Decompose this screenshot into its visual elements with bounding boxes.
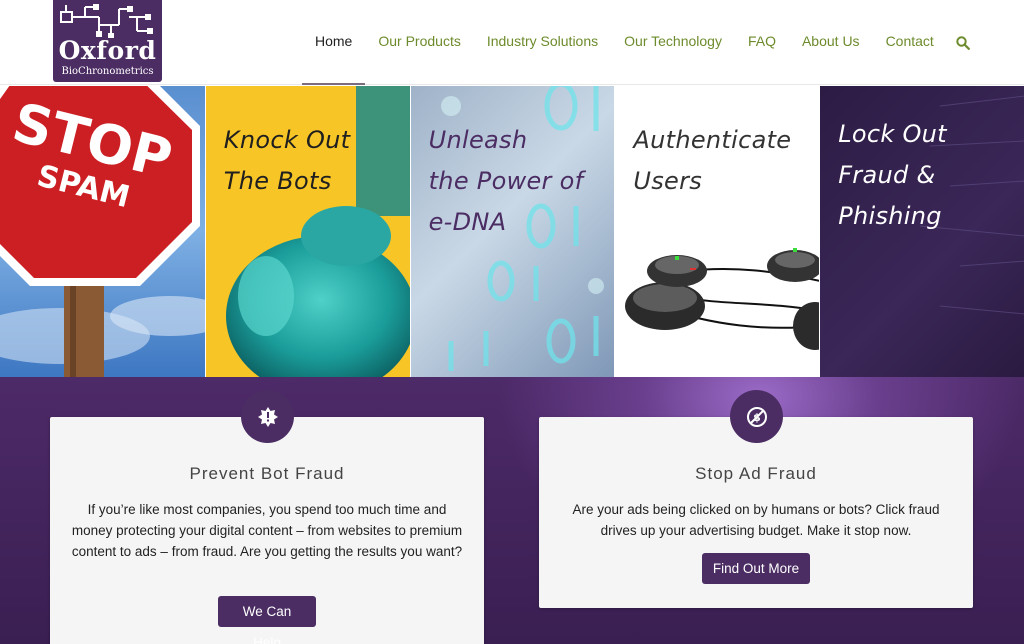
feature-card-stop-ad-fraud: $ Stop Ad Fraud Are your ads being click… [539,390,973,608]
banner-text-lock-out: Lock Out Fraud & Phishing [838,114,947,237]
search-icon[interactable] [953,0,973,85]
banner-line: Unleash [428,126,528,154]
nav-about-us[interactable]: About Us [789,0,873,85]
circuit-logo-icon [60,4,153,38]
banner-text-unleash: Unleash the Power of e-DNA [429,120,584,243]
banner-panel-authenticate-users[interactable]: Authenticate Users [614,86,820,377]
hero-banner: STOP SPAM Knock Out The Bots Unleash the… [0,86,1024,377]
banner-panel-lock-out-fraud[interactable]: Lock Out Fraud & Phishing [819,86,1024,377]
banner-line: Knock Out [223,126,351,154]
nav-our-technology[interactable]: Our Technology [611,0,735,85]
nav-contact[interactable]: Contact [873,0,947,85]
card-body: Are your ads being clicked on by humans … [572,502,940,538]
bug-badge-icon [241,390,294,443]
banner-line: Authenticate [633,126,792,154]
nav-home[interactable]: Home [302,0,366,85]
oxford-logo[interactable]: Oxford BioChronometrics [53,0,162,82]
banner-line: the Power of [428,167,584,195]
nav-faq[interactable]: FAQ [735,0,789,85]
banner-text-knock-out: Knock Out The Bots [224,120,351,202]
banner-line: Phishing [838,202,942,230]
find-out-more-button[interactable]: Find Out More [702,553,810,584]
banner-line: Lock Out [838,120,947,148]
banner-line: Users [633,167,703,195]
card-body: If you’re like most companies, you spend… [71,502,463,559]
main-nav: Home Our Products Industry Solutions Our… [302,0,973,85]
banner-line: e-DNA [428,208,507,236]
banner-panel-unleash-edna[interactable]: Unleash the Power of e-DNA [409,86,615,377]
card-title: Stop Ad Fraud [695,464,817,483]
logo-wordmark: Oxford [58,36,157,65]
nav-industry-solutions[interactable]: Industry Solutions [474,0,611,85]
banner-text-authenticate: Authenticate Users [633,120,791,202]
banner-panel-knock-out-bots[interactable]: Knock Out The Bots [204,86,410,377]
banner-line: The Bots [223,167,332,195]
feature-card-prevent-bot-fraud: Prevent Bot Fraud If you’re like most co… [50,390,484,644]
banner-line: Fraud & [838,161,936,189]
logo-subtitle: BioChronometrics [61,66,154,77]
card-title: Prevent Bot Fraud [189,464,345,483]
features-section: Prevent Bot Fraud If you’re like most co… [0,377,1024,644]
we-can-help-button[interactable]: We Can Help [218,596,316,644]
nav-our-products[interactable]: Our Products [365,0,473,85]
no-dollar-icon: $ [730,390,783,443]
site-header: Oxford BioChronometrics Home Our Product… [0,0,1024,85]
svg-text:$: $ [753,411,761,424]
banner-panel-stop-spam[interactable]: STOP SPAM [0,86,205,377]
